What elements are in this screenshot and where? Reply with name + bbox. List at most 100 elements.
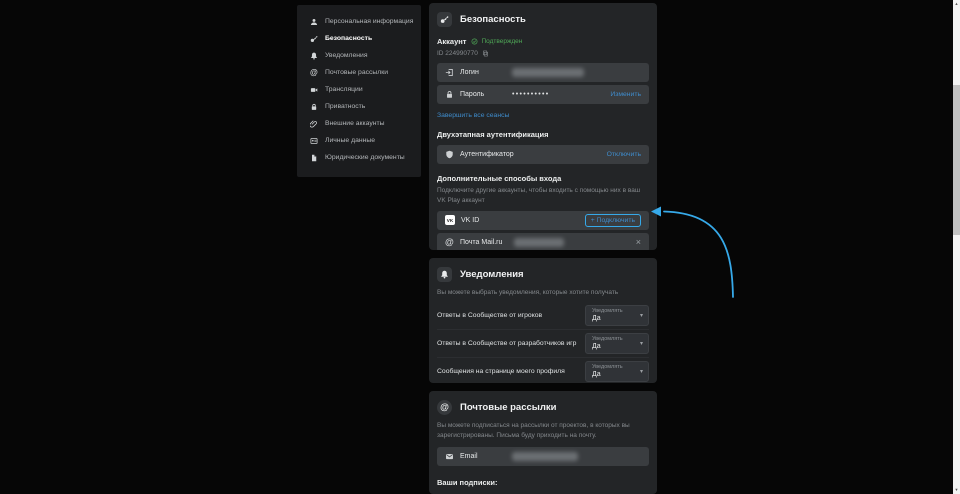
mailru-label: Почта Mail.ru xyxy=(460,239,502,246)
notify-select[interactable]: Уведомлять Да ▾ xyxy=(585,333,649,354)
vk-logo-icon: VK xyxy=(445,215,455,225)
notification-settings-list: Ответы в Сообществе от игроков Уведомлят… xyxy=(437,302,649,383)
scroll-up-icon[interactable]: ▲ xyxy=(953,0,960,8)
bell-icon xyxy=(310,52,318,60)
login-row: Логин xyxy=(437,63,649,82)
key-icon xyxy=(310,35,318,43)
person-icon xyxy=(310,18,318,26)
change-password-link[interactable]: Изменить xyxy=(610,91,641,98)
sidebar-item-personal-info[interactable]: Персональная информация xyxy=(297,13,421,30)
authenticator-label: Аутентификатор xyxy=(460,151,514,158)
sidebar-item-label: Почтовые рассылки xyxy=(325,69,388,76)
sidebar-item-mailings[interactable]: @ Почтовые рассылки xyxy=(297,64,421,81)
envelope-icon xyxy=(445,452,454,461)
verified-badge: Подтвержден xyxy=(471,38,522,45)
email-row: Email xyxy=(437,447,649,466)
chevron-down-icon: ▾ xyxy=(640,341,643,347)
extra-login-title: Дополнительные способы входа xyxy=(437,174,649,183)
shield-icon xyxy=(445,150,454,159)
sidebar-item-label: Безопасность xyxy=(325,35,372,42)
lock-icon xyxy=(310,103,318,111)
at-circle-icon: @ xyxy=(437,400,452,415)
mailru-row: @ Почта Mail.ru × xyxy=(437,233,649,251)
login-value-redacted xyxy=(512,68,584,77)
connect-vk-id-button[interactable]: + Подключить xyxy=(585,214,641,227)
sidebar-item-label: Трансляции xyxy=(325,86,363,93)
notifications-header: Уведомления xyxy=(437,258,649,282)
notification-row: Ответы в Сообществе от игроков Уведомлят… xyxy=(437,302,649,329)
subscriptions-title: Ваши подписки: xyxy=(437,478,649,487)
sidebar-item-external-accounts[interactable]: Внешние аккаунты xyxy=(297,115,421,132)
scrollbar-thumb[interactable] xyxy=(953,85,960,235)
mailings-description: Вы можете подписаться на рассылки от про… xyxy=(437,421,649,441)
disable-authenticator-link[interactable]: Отключить xyxy=(607,151,641,158)
twofa-title: Двухэтапная аутентификация xyxy=(437,130,649,139)
remove-mailru-icon[interactable]: × xyxy=(636,238,641,247)
account-id: ID 224990770 xyxy=(437,50,478,57)
check-circle-icon xyxy=(471,38,478,45)
password-label: Пароль xyxy=(460,91,506,98)
sidebar-item-streams[interactable]: Трансляции xyxy=(297,81,421,98)
key-icon xyxy=(437,12,452,27)
notification-row-label: Сообщения на странице моего профиля xyxy=(437,368,585,375)
notification-row-label: Ответы в Сообществе от игроков xyxy=(437,312,585,319)
verified-label: Подтвержден xyxy=(481,38,522,45)
sidebar-item-security[interactable]: Безопасность xyxy=(297,30,421,47)
sidebar-item-notifications[interactable]: Уведомления xyxy=(297,47,421,64)
sidebar-item-personal-data[interactable]: Личные данные xyxy=(297,132,421,149)
account-status-line: Аккаунт Подтвержден xyxy=(437,37,649,46)
account-id-line: ID 224990770 xyxy=(437,50,649,57)
sidebar-item-label: Приватность xyxy=(325,103,365,110)
scroll-down-icon[interactable]: ▼ xyxy=(953,486,960,494)
select-value: Да xyxy=(592,343,642,350)
sidebar-item-label: Внешние аккаунты xyxy=(325,120,384,127)
password-mask: •••••••••• xyxy=(512,91,550,98)
notify-select[interactable]: Уведомлять Да ▾ xyxy=(585,305,649,326)
notify-select[interactable]: Уведомлять Да ▾ xyxy=(585,361,649,382)
sidebar-item-privacy[interactable]: Приватность xyxy=(297,98,421,115)
notification-row: Ответы в Сообществе от разработчиков игр… xyxy=(437,329,649,357)
sidebar-item-legal-documents[interactable]: Юридические документы xyxy=(297,149,421,166)
password-row: Пароль •••••••••• Изменить xyxy=(437,85,649,104)
section-title: Безопасность xyxy=(460,14,526,25)
notifications-description: Вы можете выбрать уведомления, которые х… xyxy=(437,288,649,298)
settings-sidebar: Персональная информация Безопасность Уве… xyxy=(297,5,421,177)
bell-icon xyxy=(437,267,452,282)
notification-row-label: Ответы в Сообществе от разработчиков игр xyxy=(437,340,585,347)
mailru-value-redacted xyxy=(514,238,564,247)
select-value: Да xyxy=(592,315,642,322)
login-icon xyxy=(445,68,454,77)
select-value: Да xyxy=(592,371,642,378)
notification-row: Сообщения на странице моего профиля Увед… xyxy=(437,357,649,383)
id-card-icon xyxy=(310,137,318,145)
vkplay-settings-page: Персональная информация Безопасность Уве… xyxy=(0,0,960,494)
mail-icon: @ xyxy=(310,69,318,77)
section-title: Уведомления xyxy=(460,269,524,280)
page-scrollbar[interactable]: ▲ ▼ xyxy=(953,0,960,494)
at-sign-icon: @ xyxy=(445,238,454,247)
login-label: Логин xyxy=(460,69,506,76)
security-section: Безопасность Аккаунт Подтвержден ID 2249… xyxy=(429,3,657,250)
vk-id-row: VK VK ID + Подключить xyxy=(437,211,649,230)
lock-icon xyxy=(445,90,454,99)
account-label: Аккаунт xyxy=(437,37,466,46)
chevron-down-icon: ▾ xyxy=(640,313,643,319)
link-icon xyxy=(310,120,318,128)
select-caption: Уведомлять xyxy=(592,336,642,342)
section-title: Почтовые рассылки xyxy=(460,402,557,413)
broadcast-icon xyxy=(310,86,318,94)
select-caption: Уведомлять xyxy=(592,308,642,314)
sidebar-item-label: Персональная информация xyxy=(325,18,413,25)
authenticator-row: Аутентификатор Отключить xyxy=(437,145,649,164)
mailings-section: @ Почтовые рассылки Вы можете подписатьс… xyxy=(429,391,657,494)
security-header: Безопасность xyxy=(437,3,649,27)
email-value-redacted xyxy=(512,452,578,461)
chevron-down-icon: ▾ xyxy=(640,369,643,375)
copy-icon[interactable] xyxy=(482,50,489,57)
notifications-section: Уведомления Вы можете выбрать уведомлени… xyxy=(429,258,657,383)
end-all-sessions-link[interactable]: Завершить все сеансы xyxy=(437,112,509,119)
sidebar-item-label: Юридические документы xyxy=(325,154,405,161)
mailings-header: @ Почтовые рассылки xyxy=(437,391,649,415)
settings-content: Безопасность Аккаунт Подтвержден ID 2249… xyxy=(429,0,657,494)
vk-id-label: VK ID xyxy=(461,217,479,224)
